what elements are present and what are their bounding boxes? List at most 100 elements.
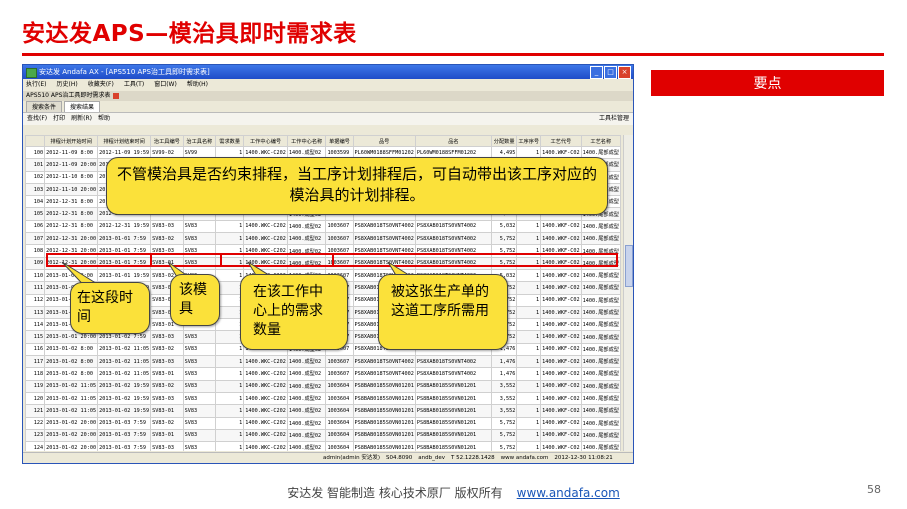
table-cell: 1 xyxy=(516,342,542,357)
table-cell: 1400.成型02 xyxy=(286,355,327,369)
table-cell: 2013-01-02 19:59 xyxy=(97,391,152,406)
column-header[interactable]: 品号 xyxy=(352,135,416,147)
column-header[interactable]: 治工具编号 xyxy=(150,135,184,147)
table-cell: PS8XAB018TS0VNT4002 xyxy=(352,232,416,246)
table-cell: 1 xyxy=(516,379,542,393)
table-row[interactable]: 123 2013-01-02 20:00 2013-01-03 7:59 SV83-0… xyxy=(25,428,621,443)
table-cell: 1 xyxy=(516,355,542,369)
column-header[interactable]: 工艺名称 xyxy=(580,135,621,147)
table-cell: 2013-01-02 20:00 xyxy=(44,428,99,443)
table-row[interactable]: 106 2012-12-31 8:00 2012-12-31 19:59 SV83-0… xyxy=(25,219,621,234)
table-cell: 107 xyxy=(25,232,46,246)
table-cell: 5,752 xyxy=(490,416,518,430)
menu-window[interactable]: 窗口(W) xyxy=(154,79,177,91)
table-cell: 1400.WKC-C202 xyxy=(243,219,288,234)
table-cell: 1003604 xyxy=(325,379,354,393)
table-cell: SV83 xyxy=(182,330,217,344)
table-cell: 1400.成型02 xyxy=(286,232,327,246)
menu-tools[interactable]: 工具(T) xyxy=(124,79,144,91)
column-header[interactable]: 工序序号 xyxy=(516,135,542,147)
table-cell: 1400.WKC-C202 xyxy=(243,232,288,246)
table-cell: 1400.成型02 xyxy=(286,441,327,451)
column-header[interactable]: 排程计划开始时间 xyxy=(44,135,99,147)
table-cell: 1003604 xyxy=(325,441,354,451)
table-cell: 1 xyxy=(215,379,245,393)
table-cell: 1400.尾部成型 xyxy=(580,219,621,234)
table-cell: 1 xyxy=(516,281,542,295)
table-cell: PS8BAB0185S0VN01201 xyxy=(414,428,493,443)
table-cell: 2012-11-10 8:00 xyxy=(44,170,99,184)
table-cell: 1400.尾部成型 xyxy=(580,342,621,357)
table-row[interactable]: 119 2013-01-02 11:05 2013-01-02 19:59 SV83-… xyxy=(25,379,621,393)
table-cell: 1 xyxy=(516,330,542,344)
table-cell: 2012-11-09 20:00 xyxy=(44,158,99,172)
table-cell: SV83-02 xyxy=(150,416,184,430)
table-cell: 5,752 xyxy=(490,441,518,451)
table-row[interactable]: 122 2013-01-02 20:00 2013-01-03 7:59 SV83-0… xyxy=(25,416,621,430)
column-header[interactable] xyxy=(25,135,46,147)
find-button[interactable]: 查找(F) xyxy=(27,113,47,125)
table-cell: PS8XAB018TS0VNT4002 xyxy=(414,232,493,246)
table-row[interactable]: 107 2012-12-31 20:00 2013-01-01 7:59 SV83-0… xyxy=(25,232,621,246)
toolbar-manage-button[interactable]: 工具栏管理 xyxy=(599,113,629,125)
scroll-thumb[interactable] xyxy=(625,245,633,287)
table-cell: 2013-01-03 7:59 xyxy=(97,441,152,451)
table-cell: 1400.WKF-C02 xyxy=(540,219,582,234)
column-header[interactable]: 分配数量 xyxy=(490,135,518,147)
table-cell: PS8XAB018TS0VNT4002 xyxy=(414,219,493,234)
column-header[interactable]: 单据编号 xyxy=(325,135,354,147)
table-row[interactable]: 121 2013-01-02 11:05 2013-01-02 19:59 SV83-… xyxy=(25,404,621,418)
table-cell: 1003604 xyxy=(325,391,354,406)
table-row[interactable]: 124 2013-01-02 20:00 2013-01-03 7:59 SV83-0… xyxy=(25,441,621,451)
menu-execute[interactable]: 执行(E) xyxy=(26,79,46,91)
maximize-icon[interactable]: □ xyxy=(604,66,617,79)
table-cell: 2012-12-31 8:00 xyxy=(44,195,99,209)
table-cell: 1 xyxy=(215,219,245,234)
table-cell: 1,476 xyxy=(490,367,518,381)
table-cell: SV83 xyxy=(182,404,217,418)
table-row[interactable]: 117 2013-01-02 8:00 2013-01-02 11:05 SV83-0… xyxy=(25,355,621,369)
column-header[interactable]: 需求数量 xyxy=(215,135,245,147)
column-header[interactable]: 治工具名称 xyxy=(182,135,217,147)
table-cell: 124 xyxy=(25,441,46,451)
table-cell: 2013-01-02 20:00 xyxy=(44,416,99,430)
minimize-icon[interactable]: _ xyxy=(590,66,603,79)
table-cell: SV83-03 xyxy=(150,355,184,369)
menu-history[interactable]: 历史(H) xyxy=(56,79,77,91)
status-bar: admin(admin 安达发) S04.8090 andb_dev T 52.… xyxy=(23,452,633,463)
table-cell: 106 xyxy=(25,219,46,234)
menu-help[interactable]: 帮助(H) xyxy=(187,79,208,91)
table-cell: 1 xyxy=(516,404,542,418)
table-cell: SV83-03 xyxy=(150,219,184,234)
print-button[interactable]: 打印 xyxy=(53,113,65,125)
footer-link[interactable]: www.andafa.com xyxy=(517,486,620,500)
tab-search-results[interactable]: 搜索结果 xyxy=(64,101,101,112)
highlight-tool xyxy=(150,253,222,267)
table-cell: 2012-11-09 8:00 xyxy=(44,145,99,160)
close-doc-icon[interactable] xyxy=(113,92,120,99)
table-row[interactable]: 120 2013-01-02 11:05 2013-01-02 19:59 SV83-… xyxy=(25,391,621,406)
tab-search-conditions[interactable]: 搜索条件 xyxy=(26,101,63,112)
table-cell: 108 xyxy=(25,244,46,258)
column-header[interactable]: 工艺代号 xyxy=(540,135,582,147)
document-tab[interactable]: APS510 APS治工具即时需求表 xyxy=(23,91,633,101)
table-cell: 1003607 xyxy=(325,232,354,246)
column-header[interactable]: 工作中心编号 xyxy=(243,135,288,147)
table-cell: 1400.WKF-C02 xyxy=(540,330,582,344)
table-cell: 2013-01-02 19:59 xyxy=(97,404,152,418)
menu-favorites[interactable]: 收藏夹(F) xyxy=(88,79,114,91)
column-header[interactable]: 品名 xyxy=(414,135,493,147)
table-cell: SV83 xyxy=(182,342,217,357)
table-row[interactable]: 118 2013-01-02 8:00 2013-01-02 11:05 SV83-0… xyxy=(25,367,621,381)
help-button[interactable]: 帮助 xyxy=(98,113,110,125)
table-cell: 1 xyxy=(516,219,542,234)
refresh-button[interactable]: 刷新(R) xyxy=(71,113,92,125)
table-cell: 1400.成型02 xyxy=(286,404,327,418)
close-icon[interactable]: × xyxy=(618,66,631,79)
table-cell: 1400.WKC-C202 xyxy=(243,404,288,418)
vertical-scrollbar[interactable] xyxy=(623,135,633,451)
table-cell: 1400.WKC-C202 xyxy=(243,441,288,451)
table-cell: 1,476 xyxy=(490,355,518,369)
column-header[interactable]: 排程计划结束时间 xyxy=(97,135,152,147)
column-header[interactable]: 工作中心名称 xyxy=(286,135,327,147)
